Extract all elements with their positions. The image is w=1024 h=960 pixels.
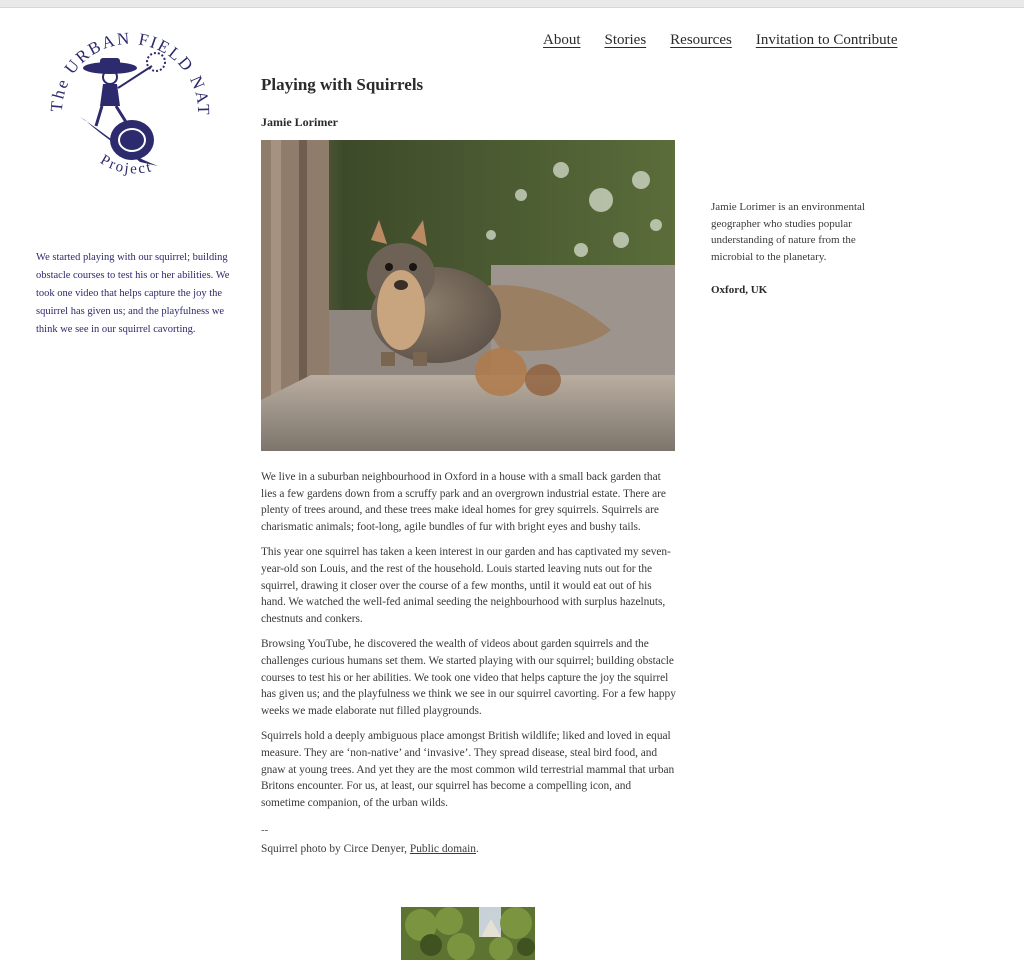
naturalist-figure-icon <box>83 52 166 127</box>
article: Playing with Squirrels Jamie Lorimer We … <box>261 74 676 857</box>
photo-credit: Squirrel photo by Circe Denyer, Public d… <box>261 841 676 857</box>
nav-link-stories[interactable]: Stories <box>605 32 647 49</box>
article-paragraph: We live in a suburban neighbourhood in O… <box>261 471 666 533</box>
nav-link-about[interactable]: About <box>543 32 581 49</box>
article-paragraph: Squirrels hold a deeply ambiguous place … <box>261 730 675 809</box>
top-navigation: About Stories Resources Invitation to Co… <box>543 32 897 49</box>
left-sidebar-excerpt: We started playing with our squirrel; bu… <box>36 252 230 335</box>
article-author: Jamie Lorimer <box>261 115 338 129</box>
nav-link-resources[interactable]: Resources <box>670 32 732 49</box>
browser-top-edge <box>0 0 1024 8</box>
author-bio: Jamie Lorimer is an environmental geogra… <box>711 201 865 263</box>
urban-field-naturalist-logo[interactable]: The URBAN FIELD NATURALIST Project <box>33 7 220 202</box>
article-paragraph: Browsing YouTube, he discovered the weal… <box>261 638 676 717</box>
logo-graphic: The URBAN FIELD NATURALIST Project <box>33 7 211 177</box>
photo-credit-text: Squirrel photo by Circe Denyer, <box>261 843 410 856</box>
article-body: We live in a suburban neighbourhood in O… <box>261 469 676 811</box>
author-location: Oxford, UK <box>711 284 768 296</box>
snail-icon <box>80 117 158 166</box>
public-domain-link[interactable]: Public domain <box>410 843 476 855</box>
author-sidebar: Jamie Lorimer is an environmental geogra… <box>711 199 896 296</box>
nav-link-invitation-to-contribute[interactable]: Invitation to Contribute <box>756 32 898 49</box>
article-title: Playing with Squirrels <box>261 75 424 94</box>
separator: -- <box>261 824 269 837</box>
article-paragraph: This year one squirrel has taken a keen … <box>261 546 671 625</box>
squirrel-photo <box>261 140 675 451</box>
next-story-thumbnail[interactable] <box>401 907 535 960</box>
photo-credit-suffix: . <box>475 843 479 856</box>
